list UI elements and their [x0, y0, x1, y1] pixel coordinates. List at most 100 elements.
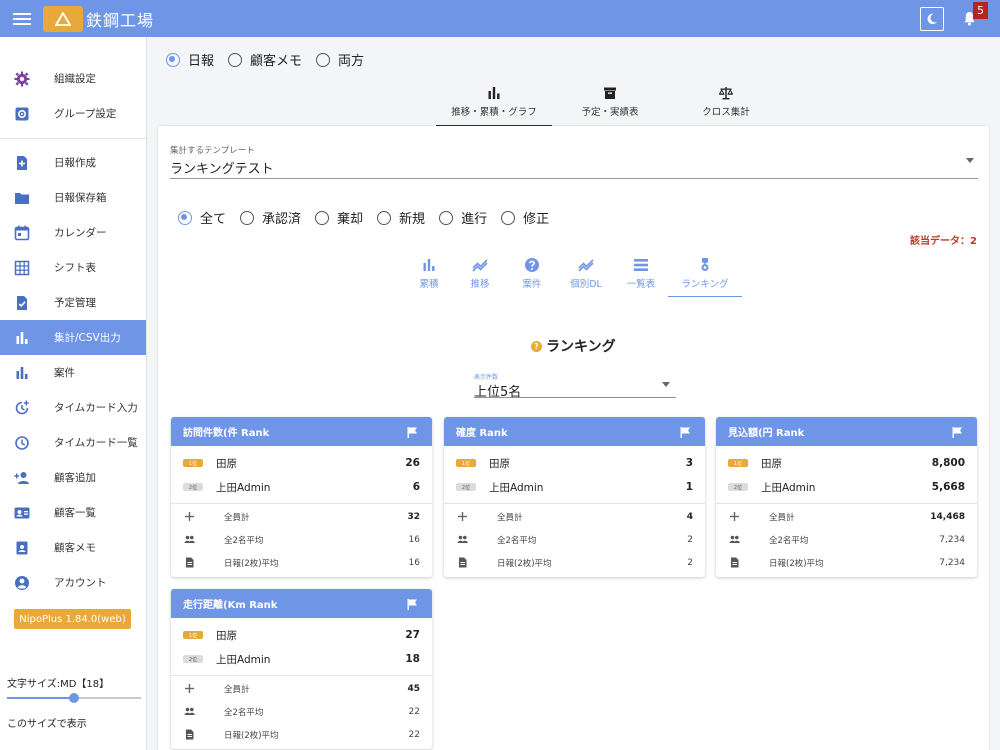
sidebar-item-label: 集計/CSV出力: [54, 332, 121, 344]
tab-plan-actual[interactable]: 予定・実績表: [552, 83, 668, 127]
status-radio-all[interactable]: 全て: [178, 208, 226, 227]
sidebar-item-timecard-input[interactable]: タイムカード入力: [0, 390, 146, 425]
table-icon: [0, 260, 42, 276]
flag-icon[interactable]: [406, 598, 418, 610]
trend-icon: [578, 259, 594, 272]
subtab-projects[interactable]: 案件: [506, 257, 558, 297]
subtab-trend[interactable]: 推移: [454, 257, 506, 297]
sidebar-item-report-box[interactable]: 日報保存箱: [0, 180, 146, 215]
sidebar-item-projects[interactable]: 案件: [0, 355, 146, 390]
summary-value: 14,468: [930, 511, 965, 522]
font-size-slider[interactable]: [7, 693, 141, 703]
summary-value: 22: [408, 706, 420, 717]
person-add-icon: [0, 470, 42, 486]
sidebar-item-create-report[interactable]: 日報作成: [0, 145, 146, 180]
rank-value: 27: [405, 629, 420, 641]
sidebar-item-label: 顧客追加: [54, 472, 96, 484]
sidebar-item-add-customer[interactable]: 顧客追加: [0, 460, 146, 495]
sidebar-item-customer-memo[interactable]: 顧客メモ: [0, 530, 146, 565]
rank-badge: 2位: [728, 483, 748, 491]
people-icon: [457, 535, 468, 543]
sidebar-item-label: 予定管理: [54, 297, 96, 309]
summary-value: 45: [407, 683, 420, 694]
people-icon: [184, 535, 195, 543]
rank-name: 上田Admin: [216, 653, 271, 666]
sidebar-item-timecard-list[interactable]: タイムカード一覧: [0, 425, 146, 460]
sidebar-item-label: 組織設定: [54, 73, 96, 85]
sidebar: 組織設定 グループ設定 日報作成 日報保存箱 カレンダー シフト表 予定管理 集…: [0, 37, 147, 750]
ranking-card-confidence: 確度 Rank 1位 田原 3 2位 上田Admin 1 全員計 4 全2名平均 2 日報(…: [444, 417, 705, 577]
summary-value: 22: [408, 729, 420, 740]
template-select-label: 集計するテンプレート: [170, 146, 255, 156]
ranking-title: ランキング: [546, 339, 616, 355]
task-document-icon: [0, 295, 42, 311]
app-title: 鉄鋼工場: [86, 10, 155, 30]
version-badge[interactable]: NipoPlus 1.84.0(web): [14, 609, 131, 629]
status-radio-approved[interactable]: 承認済: [240, 208, 301, 227]
status-radio-revision[interactable]: 修正: [501, 208, 549, 227]
app-logo[interactable]: [43, 5, 83, 32]
display-count-label: 表示件数: [474, 374, 499, 381]
sidebar-item-label: シフト表: [54, 262, 96, 274]
summary-row-average: 全2名平均 22: [171, 700, 432, 723]
rank-value: 26: [405, 457, 420, 469]
radio-unchecked-icon: [439, 210, 454, 225]
sidebar-item-calendar[interactable]: カレンダー: [0, 215, 146, 250]
tab-cross-tab[interactable]: クロス集計: [668, 83, 784, 127]
status-radio-rejected[interactable]: 棄却: [315, 208, 363, 227]
tab-label: クロス集計: [702, 107, 750, 118]
notifications-button[interactable]: 5: [956, 0, 988, 37]
summary-label: 全員計: [224, 512, 250, 523]
subtab-list[interactable]: 一覧表: [614, 257, 668, 297]
ranking-card-header: 訪問件数(件 Rank: [171, 417, 432, 446]
subtab-ranking[interactable]: ランキング: [668, 257, 742, 297]
sidebar-item-shift-table[interactable]: シフト表: [0, 250, 146, 285]
slider-thumb[interactable]: [69, 693, 79, 703]
tab-label: 推移・累積・グラフ: [451, 107, 537, 118]
subtab-label: 個別DL: [570, 279, 602, 290]
sidebar-item-label: タイムカード入力: [54, 402, 138, 414]
sidebar-item-label: グループ設定: [54, 108, 117, 120]
source-radio-customer-memo[interactable]: 顧客メモ: [228, 50, 302, 69]
summary-label: 日報(2枚)平均: [224, 558, 279, 569]
rank-value: 5,668: [931, 481, 965, 493]
sidebar-item-aggregate-csv[interactable]: 集計/CSV出力: [0, 320, 146, 355]
summary-label: 全2名平均: [769, 535, 809, 546]
help-icon[interactable]: ?: [531, 340, 542, 352]
flag-icon[interactable]: [406, 426, 418, 438]
template-select[interactable]: 集計するテンプレート ランキングテスト: [170, 144, 978, 179]
sidebar-item-schedule[interactable]: 予定管理: [0, 285, 146, 320]
medal-icon: [701, 258, 709, 271]
summary-value: 7,234: [939, 534, 965, 545]
status-radio-new[interactable]: 新規: [377, 208, 425, 227]
font-size-label: 文字サイズ:MD【18】: [7, 679, 110, 690]
people-icon: [729, 535, 740, 543]
rank-name: 上田Admin: [489, 481, 544, 494]
display-count-select[interactable]: 表示件数 上位5名: [474, 372, 676, 400]
summary-label: 全員計: [769, 512, 795, 523]
menu-icon[interactable]: [0, 0, 44, 37]
rank-badge: 2位: [183, 655, 203, 663]
flag-icon[interactable]: [679, 426, 691, 438]
rank-name: 上田Admin: [216, 481, 271, 494]
clock-icon: [0, 435, 42, 451]
apply-size-button[interactable]: このサイズで表示: [7, 715, 87, 730]
source-radio-daily-report[interactable]: 日報: [166, 50, 214, 69]
sidebar-item-account[interactable]: アカウント: [0, 565, 146, 600]
sidebar-item-group-settings[interactable]: グループ設定: [0, 96, 146, 131]
sidebar-item-customer-list[interactable]: 顧客一覧: [0, 495, 146, 530]
sidebar-item-org-settings[interactable]: 組織設定: [0, 61, 146, 96]
rank-value: 1: [685, 481, 693, 493]
flag-icon[interactable]: [951, 426, 963, 438]
dark-mode-toggle[interactable]: [920, 6, 944, 31]
status-radio-in-progress[interactable]: 進行: [439, 208, 487, 227]
tab-trend-cumulative-graph[interactable]: 推移・累積・グラフ: [436, 83, 552, 127]
subtab-cumulative[interactable]: 累積: [404, 257, 454, 297]
radio-label: 承認済: [262, 212, 302, 227]
triangle-icon: [55, 11, 71, 26]
main-content: 日報 顧客メモ 両方 推移・累積・グラフ 予定・実績表 クロス集計 集計するテン…: [147, 37, 1000, 750]
help-circle-icon: [525, 258, 539, 272]
summary-value: 2: [687, 557, 693, 568]
source-radio-both[interactable]: 両方: [316, 50, 364, 69]
subtab-individual-download[interactable]: 個別DL: [558, 257, 614, 297]
